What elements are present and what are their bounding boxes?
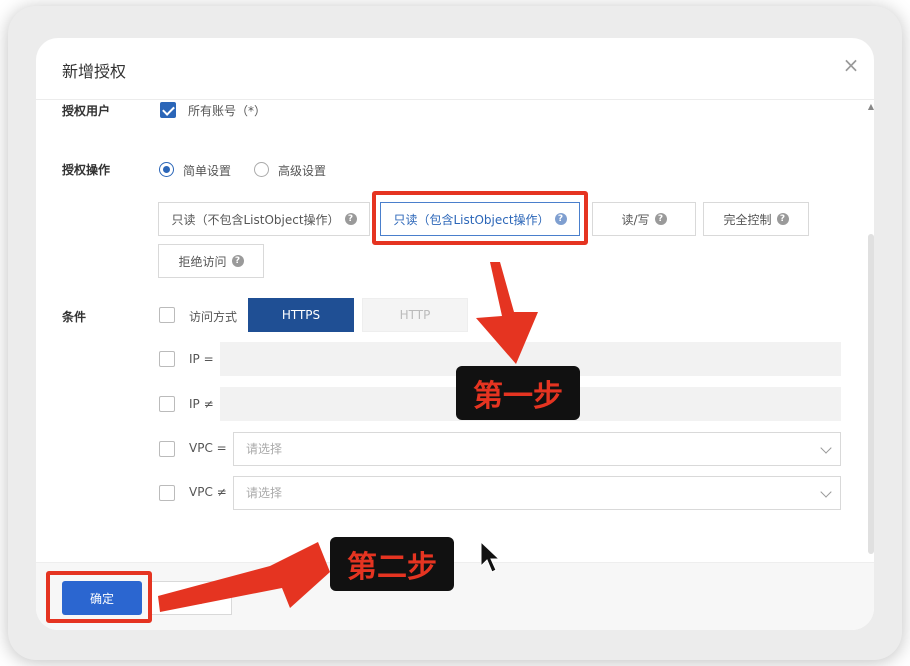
step1-label: 第一步: [456, 366, 580, 420]
step2-arrow: [158, 542, 330, 612]
step2-label: 第二步: [330, 537, 454, 591]
step1-arrow: [476, 262, 538, 364]
mouse-cursor-icon: [480, 540, 501, 573]
annotation-arrows: [158, 262, 538, 612]
